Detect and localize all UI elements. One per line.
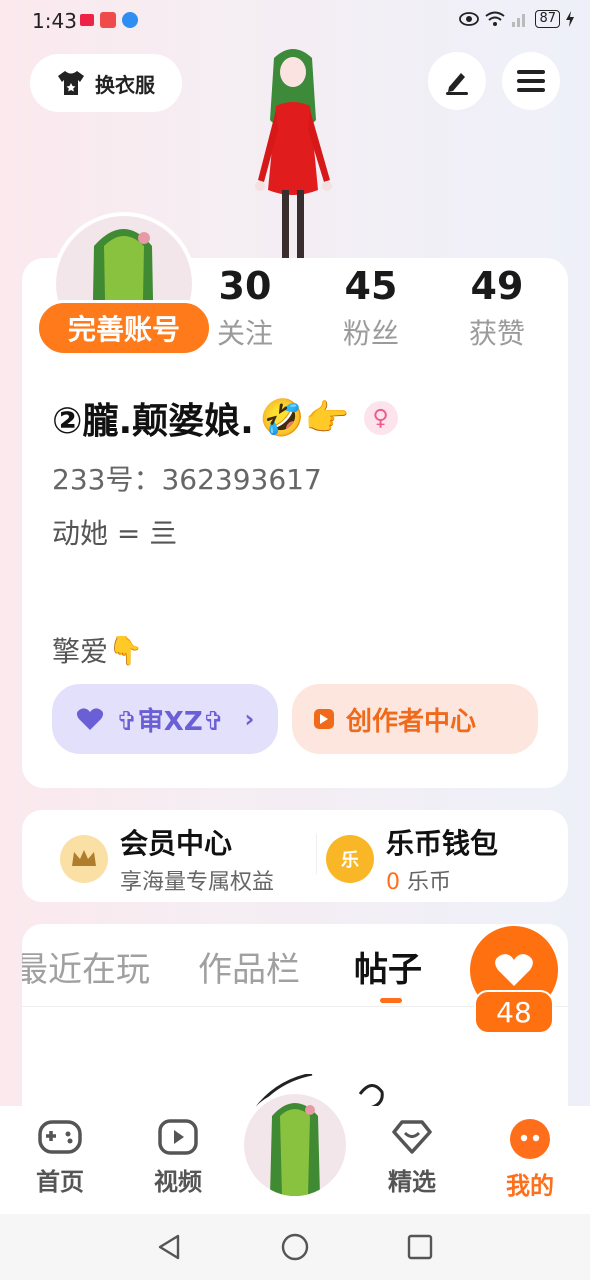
nickname-text: ②朧.颠婆娘. [52, 401, 254, 442]
custom-tag-label: ✞审XZ✞ [116, 706, 225, 737]
pointing-down-emoji: 👇 [108, 633, 143, 667]
nickname: ②朧.颠婆娘. 🤣👉 ♀ [52, 392, 398, 444]
vip-center-title: 会员中心 [120, 827, 233, 860]
chevron-right-icon: › [244, 705, 255, 733]
vip-center-entry[interactable]: 会员中心 享海量专属权益 [60, 822, 274, 896]
menu-button[interactable] [502, 52, 560, 110]
nav-featured[interactable]: 精选 [362, 1118, 462, 1197]
wallet-entry[interactable]: 乐 乐币钱包 0 乐币 [326, 822, 498, 896]
likes-count: 49 [470, 264, 524, 308]
following-label: 关注 [216, 317, 273, 350]
charging-icon [566, 11, 574, 27]
creator-center-button[interactable]: 创作者中心 [292, 684, 538, 754]
bio-line-2: 擎爱 👇 [52, 630, 143, 670]
eye-icon [459, 12, 480, 26]
recents-square-icon[interactable] [407, 1234, 433, 1260]
female-gender-icon: ♀ [363, 401, 398, 435]
wallet-unit: 乐币 [407, 870, 452, 895]
complete-account-badge[interactable]: 完善账号 [36, 300, 212, 356]
heart-icon [76, 708, 104, 730]
system-navigation-bar [0, 1214, 590, 1280]
custom-tag-button[interactable]: ✞审XZ✞ › [52, 684, 278, 754]
member-divider [316, 834, 317, 874]
nav-home[interactable]: 首页 [10, 1118, 110, 1197]
fans-count: 45 [344, 264, 398, 308]
nav-video-label: 视频 [154, 1168, 202, 1196]
face-icon [510, 1119, 550, 1159]
nav-video[interactable]: 视频 [128, 1118, 228, 1197]
nav-home-label: 首页 [36, 1168, 84, 1196]
wallet-balance: 0 乐币 [386, 864, 498, 896]
fans-label: 粉丝 [342, 317, 399, 350]
wallet-amount: 0 [386, 870, 400, 895]
heart-icon [495, 954, 533, 986]
edit-profile-button[interactable] [428, 52, 486, 110]
vip-center-subtitle: 享海量专属权益 [120, 870, 275, 895]
like-count-badge: 48 [474, 990, 554, 1034]
following-count: 30 [218, 264, 272, 308]
avatar-character-figure[interactable] [238, 40, 348, 262]
browser-notification-icon [122, 12, 138, 28]
bio-line-1: 动她 = 亖 [52, 517, 178, 550]
likes-label: 获赞 [468, 317, 525, 350]
bio-line-2-text: 擎爱 [52, 635, 109, 668]
wifi-icon [485, 11, 506, 26]
status-bar: 1:43 87 [0, 0, 590, 42]
tab-active-indicator [380, 998, 402, 1003]
stat-following[interactable]: 30 关注 [190, 262, 300, 352]
change-outfit-label: 换衣服 [95, 72, 155, 97]
creator-center-label: 创作者中心 [346, 706, 477, 737]
nav-mine[interactable]: 我的 [480, 1118, 580, 1201]
stat-fans[interactable]: 45 粉丝 [316, 262, 426, 352]
center-avatar-button[interactable] [240, 1090, 350, 1200]
crown-icon [60, 835, 108, 883]
back-icon[interactable] [156, 1234, 182, 1260]
pen-icon [446, 73, 468, 95]
stat-likes[interactable]: 49 获赞 [442, 262, 552, 352]
gamepad-icon [38, 1120, 82, 1154]
member-card: 会员中心 享海量专属权益 乐 乐币钱包 0 乐币 [22, 810, 568, 902]
clock: 1:43 [32, 9, 77, 33]
video-record-icon [80, 14, 94, 26]
home-circle-icon[interactable] [281, 1233, 309, 1261]
change-outfit-button[interactable]: 换衣服 [30, 54, 182, 112]
user-id[interactable]: 233号：362393617 [52, 458, 322, 498]
wallet-title: 乐币钱包 [386, 827, 499, 860]
tab-works[interactable]: 作品栏 [198, 942, 300, 991]
app-notification-icon [100, 12, 116, 28]
hamburger-menu-icon [517, 70, 545, 92]
nav-mine-label: 我的 [506, 1172, 554, 1200]
center-avatar-image [244, 1094, 346, 1196]
tab-posts[interactable]: 帖子 [354, 942, 422, 991]
heart-chat-icon [392, 1120, 432, 1154]
signal-icon [512, 14, 526, 27]
tshirt-icon [58, 71, 84, 95]
nav-featured-label: 精选 [388, 1168, 436, 1196]
battery-level: 87 [535, 10, 560, 28]
creator-icon [314, 709, 334, 729]
status-icons: 87 [459, 10, 574, 28]
video-play-icon [158, 1119, 198, 1155]
coin-icon: 乐 [326, 835, 374, 883]
nickname-emojis: 🤣👉 [259, 398, 350, 439]
tab-recently-played[interactable]: 最近在玩 [22, 942, 150, 991]
